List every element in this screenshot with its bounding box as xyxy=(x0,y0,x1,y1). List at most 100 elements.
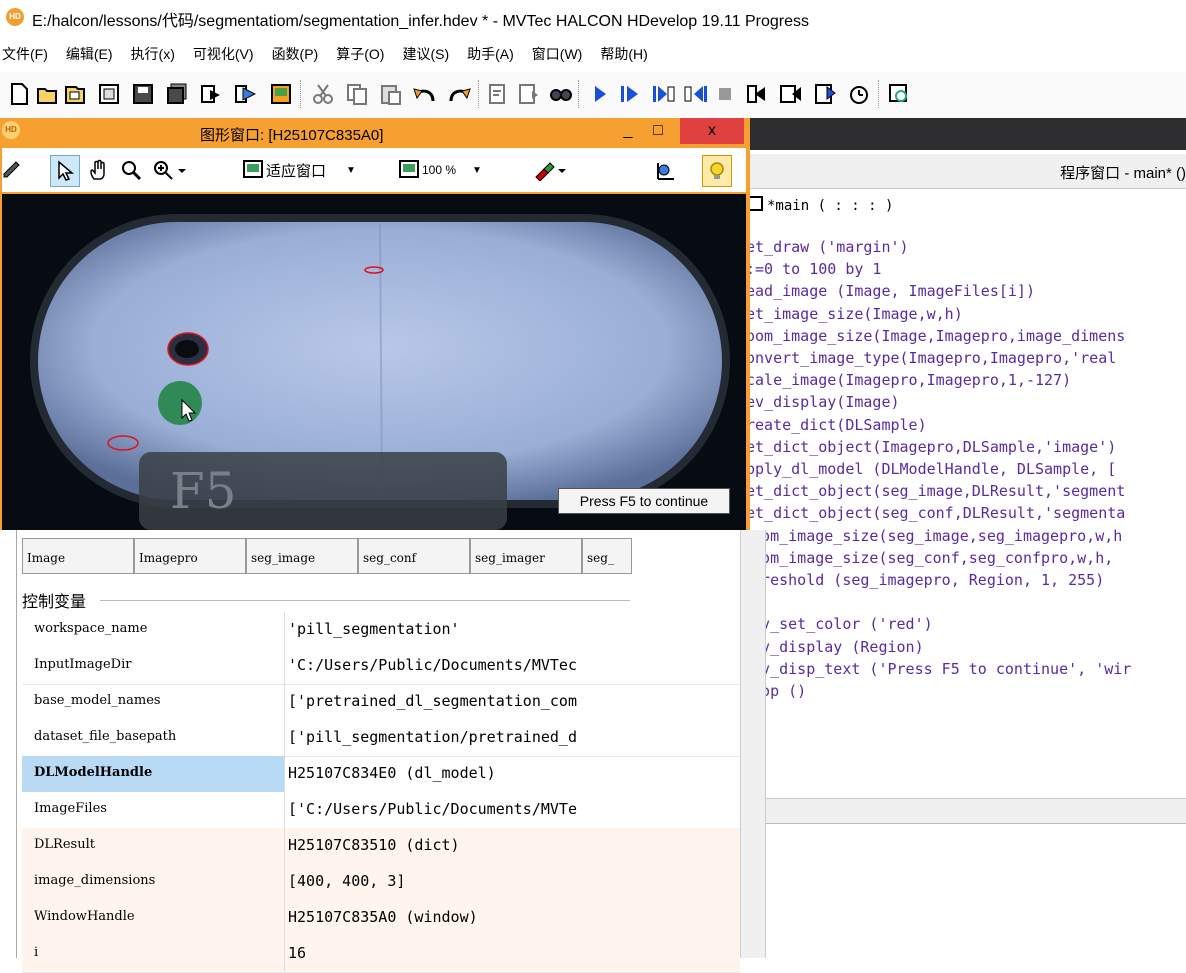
control-variable-row[interactable]: WindowHandle H25107C835A0 (window) xyxy=(22,900,740,937)
procedure-selector[interactable]: *main ( : : : ) xyxy=(748,196,893,214)
code-line[interactable]: cale_image(Imagepro,Imagepro,1,-127) xyxy=(746,369,1071,391)
magnifier-icon[interactable] xyxy=(120,155,142,185)
cut-icon[interactable] xyxy=(310,80,336,108)
iconic-var[interactable]: Image xyxy=(22,538,134,574)
zoom-percent-select[interactable]: 100 % ▼ xyxy=(398,155,482,185)
activate-line-icon[interactable] xyxy=(486,80,512,108)
variable-value: H25107C834E0 (dl_model) xyxy=(288,764,496,782)
code-line[interactable]: et_image_size(Image,w,h) xyxy=(746,303,963,325)
code-line[interactable]: et_draw ('margin') xyxy=(746,236,909,258)
open-program-icon[interactable] xyxy=(62,80,88,108)
insert-procedure-icon[interactable] xyxy=(232,80,258,108)
control-variable-row[interactable]: image_dimensions [400, 400, 3] xyxy=(22,864,740,901)
step-out-icon[interactable] xyxy=(682,80,708,108)
left-panel-edge xyxy=(0,530,17,958)
control-variable-row[interactable]: i 16 xyxy=(22,936,740,973)
redo-icon[interactable] xyxy=(446,80,472,108)
copy-icon[interactable] xyxy=(344,80,370,108)
control-variable-row[interactable]: DLModelHandle H25107C834E0 (dl_model) xyxy=(22,756,740,793)
code-line[interactable]: pply_dl_model (DLModelHandle, DLSample, … xyxy=(746,458,1116,480)
code-line[interactable]: dev_set_color ('red') xyxy=(743,613,933,635)
chevron-down-icon[interactable]: ▼ xyxy=(346,165,356,176)
graphics-window[interactable]: HD 图形窗口: [H25107C835A0] _ □ x 适应窗口 ▼ 100 … xyxy=(0,118,750,530)
deactivate-line-icon[interactable] xyxy=(516,80,542,108)
control-variable-row[interactable]: InputImageDir 'C:/Users/Public/Documents/… xyxy=(22,648,740,685)
control-variable-row[interactable]: base_model_names ['pretrained_dl_segmenta… xyxy=(22,684,740,721)
open-file-icon[interactable] xyxy=(34,80,60,108)
draw-pen-icon[interactable] xyxy=(2,155,24,185)
code-line[interactable]: dev_disp_text ('Press F5 to continue', '… xyxy=(743,658,1131,680)
vertical-scrollbar[interactable] xyxy=(740,530,766,958)
step-into-icon[interactable] xyxy=(650,80,676,108)
stop-icon[interactable] xyxy=(712,80,738,108)
menu-operators[interactable]: 算子(O) xyxy=(336,40,384,66)
code-line[interactable]: oom_image_size(Image,Imagepro,image_dime… xyxy=(746,325,1125,347)
control-variable-row[interactable]: workspace_name 'pill_segmentation' xyxy=(22,612,740,649)
image-toolbox-icon[interactable] xyxy=(268,80,294,108)
maximize-button[interactable]: □ xyxy=(636,118,680,144)
pan-hand-icon[interactable] xyxy=(88,155,110,185)
code-line[interactable]: :=0 to 100 by 1 xyxy=(746,258,881,280)
code-line[interactable]: zoom_image_size(seg_image,seg_imagepro,w… xyxy=(743,525,1122,547)
save-all-icon[interactable] xyxy=(164,80,190,108)
code-line[interactable]: et_dict_object(Imagepro,DLSample,'image'… xyxy=(746,436,1116,458)
open-procedure-icon[interactable] xyxy=(96,80,122,108)
fit-window-button[interactable]: 适应窗口 ▼ xyxy=(242,155,356,185)
save-icon[interactable] xyxy=(130,80,156,108)
variable-name-cell xyxy=(22,936,285,972)
control-variable-row[interactable]: dataset_file_basepath ['pill_segmentation… xyxy=(22,720,740,757)
overlay-key-text: F5 xyxy=(170,462,237,520)
menu-procedures[interactable]: 函数(P) xyxy=(272,40,319,66)
color-picker-icon[interactable] xyxy=(532,155,566,185)
iconic-var[interactable]: seg_ xyxy=(582,538,632,574)
code-line[interactable]: ead_image (Image, ImageFiles[i]) xyxy=(746,280,1035,302)
lightbulb-icon[interactable] xyxy=(702,155,732,187)
code-line[interactable]: dev_display (Region) xyxy=(743,636,924,658)
menu-help[interactable]: 帮助(H) xyxy=(600,40,647,66)
code-line[interactable]: threshold (seg_imagepro, Region, 1, 255) xyxy=(743,569,1104,591)
step-over-icon[interactable] xyxy=(616,80,642,108)
reset-program-icon[interactable] xyxy=(744,80,770,108)
code-line[interactable]: zoom_image_size(seg_conf,seg_confpro,w,h… xyxy=(743,547,1113,569)
menu-execute[interactable]: 执行(x) xyxy=(131,40,175,66)
iconic-var[interactable]: Imagepro xyxy=(134,538,246,574)
iconic-var[interactable]: seg_imager xyxy=(470,538,582,574)
new-file-icon[interactable] xyxy=(6,80,32,108)
menu-assistants[interactable]: 助手(A) xyxy=(467,40,514,66)
code-line[interactable]: ev_display(Image) xyxy=(746,391,900,413)
close-button[interactable]: x xyxy=(680,118,744,144)
variable-value: 16 xyxy=(288,944,307,962)
code-line[interactable]: et_dict_object(seg_conf,DLResult,'segmen… xyxy=(746,502,1125,524)
menu-visualization[interactable]: 可视化(V) xyxy=(193,40,254,66)
control-variable-row[interactable]: ImageFiles ['C:/Users/Public/Documents/MV… xyxy=(22,792,740,829)
control-variables-label: 控制变量 xyxy=(22,594,87,611)
menu-suggestions[interactable]: 建议(S) xyxy=(402,40,449,66)
zoom-in-icon[interactable] xyxy=(152,155,186,185)
run-procedure-icon[interactable] xyxy=(198,80,224,108)
profiler-icon[interactable] xyxy=(812,80,838,108)
find-icon[interactable] xyxy=(548,80,574,108)
menu-file[interactable]: 文件(F) xyxy=(2,40,48,66)
undo-icon[interactable] xyxy=(412,80,438,108)
window-title: E:/halcon/lessons/代码/segmentatiom/segmen… xyxy=(32,13,809,30)
control-variable-row[interactable]: DLResult H25107C83510 (dict) xyxy=(22,828,740,865)
reset-all-icon[interactable] xyxy=(778,80,804,108)
graphics-window-titlebar[interactable]: HD 图形窗口: [H25107C835A0] _ □ x xyxy=(0,118,750,148)
code-line[interactable]: reate_dict(DLSample) xyxy=(746,414,927,436)
chevron-down-icon[interactable]: ▼ xyxy=(472,165,482,176)
run-icon[interactable] xyxy=(586,80,612,108)
iconic-var[interactable]: seg_conf xyxy=(358,538,470,574)
menu-edit[interactable]: 编辑(E) xyxy=(66,40,113,66)
graphics-canvas[interactable]: F5 xyxy=(2,194,746,530)
variable-value: ['pretrained_dl_segmentation_com xyxy=(288,692,577,710)
code-line[interactable]: et_dict_object(seg_image,DLResult,'segme… xyxy=(746,480,1125,502)
inspect-icon[interactable] xyxy=(886,80,912,108)
code-line[interactable]: onvert_image_type(Imagepro,Imagepro,'rea… xyxy=(746,347,1116,369)
inspect-3d-icon[interactable] xyxy=(654,155,678,185)
timer-icon[interactable] xyxy=(846,80,872,108)
menu-window[interactable]: 窗口(W) xyxy=(532,40,583,66)
press-f5-tooltip: Press F5 to continue xyxy=(558,488,730,514)
pointer-icon[interactable] xyxy=(50,155,80,187)
iconic-var[interactable]: seg_image xyxy=(246,538,358,574)
paste-icon[interactable] xyxy=(378,80,404,108)
